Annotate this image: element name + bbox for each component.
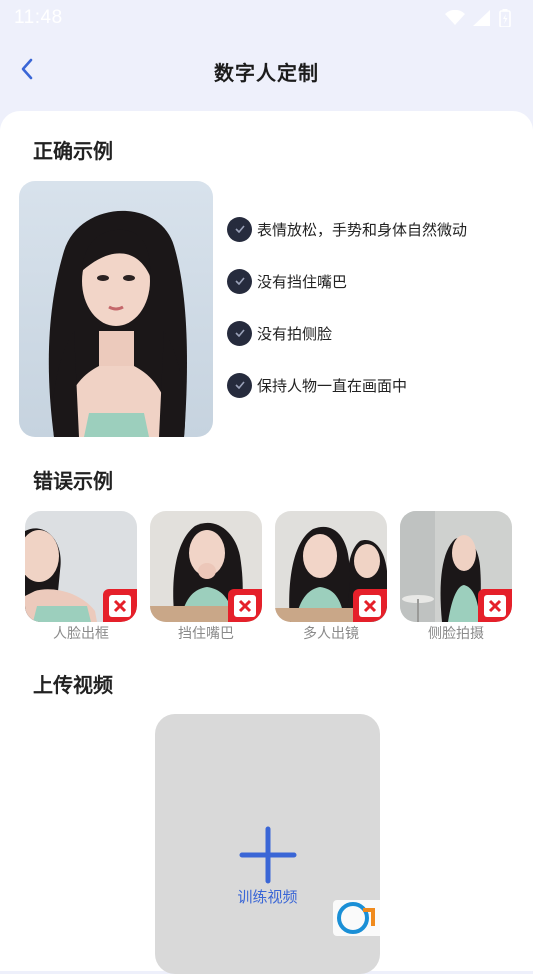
wifi-icon — [445, 10, 465, 25]
nav-bar: 数字人定制 — [0, 40, 533, 102]
wrong-example-item: 侧脸拍摄 — [400, 511, 512, 643]
back-button[interactable] — [12, 54, 42, 84]
wrong-example-photo — [400, 511, 512, 622]
check-label: 没有拍侧脸 — [257, 324, 333, 343]
check-label: 保持人物一直在画面中 — [257, 376, 408, 395]
battery-icon — [499, 9, 511, 27]
wrong-example-item: 人脸出框 — [25, 511, 137, 643]
wrong-example-photo — [25, 511, 137, 622]
wrong-example-list: 人脸出框 挡住嘴巴 多人出镜 侧脸拍摄 — [25, 511, 512, 643]
check-list: 表情放松，手势和身体自然微动 没有挡住嘴巴 没有拍侧脸 保持人物一直在画面中 — [227, 216, 467, 424]
check-item: 没有拍侧脸 — [227, 320, 467, 346]
error-x-icon — [478, 589, 512, 622]
wrong-example-photo — [275, 511, 387, 622]
content-card: 正确示例 表情放松，手势和身体自然微动 没有挡住嘴巴 没有拍侧脸 保持人物一直在… — [0, 111, 533, 974]
page-title: 数字人定制 — [214, 60, 319, 85]
wrong-example-label: 多人出镜 — [303, 626, 359, 642]
wrong-example-item: 多人出镜 — [275, 511, 387, 643]
check-label: 没有挡住嘴巴 — [257, 272, 348, 291]
correct-example-title: 正确示例 — [33, 139, 113, 163]
upload-title: 上传视频 — [33, 673, 113, 697]
plus-icon — [239, 826, 296, 884]
error-x-icon — [103, 589, 137, 622]
wrong-example-label: 侧脸拍摄 — [428, 626, 484, 642]
error-x-icon — [228, 589, 262, 622]
check-item: 保持人物一直在画面中 — [227, 372, 467, 398]
check-icon — [227, 216, 252, 242]
status-bar: 11:48 — [0, 0, 533, 36]
check-item: 表情放松，手势和身体自然微动 — [227, 216, 467, 242]
wrong-example-photo — [150, 511, 262, 622]
wrong-example-item: 挡住嘴巴 — [150, 511, 262, 643]
wrong-example-label: 挡住嘴巴 — [178, 626, 234, 642]
signal-icon — [473, 10, 490, 26]
check-icon — [227, 320, 252, 346]
chevron-left-icon — [21, 58, 33, 80]
check-icon — [227, 268, 252, 294]
correct-example-photo — [19, 181, 213, 437]
watermark-logo — [333, 898, 513, 938]
check-icon — [227, 372, 252, 398]
status-time: 11:48 — [14, 7, 63, 28]
wrong-example-label: 人脸出框 — [53, 626, 109, 642]
status-icons — [445, 9, 511, 27]
wrong-example-title: 错误示例 — [33, 469, 113, 493]
check-item: 没有挡住嘴巴 — [227, 268, 467, 294]
check-label: 表情放松，手势和身体自然微动 — [257, 220, 468, 239]
upload-video-label: 训练视频 — [237, 888, 298, 906]
error-x-icon — [353, 589, 387, 622]
